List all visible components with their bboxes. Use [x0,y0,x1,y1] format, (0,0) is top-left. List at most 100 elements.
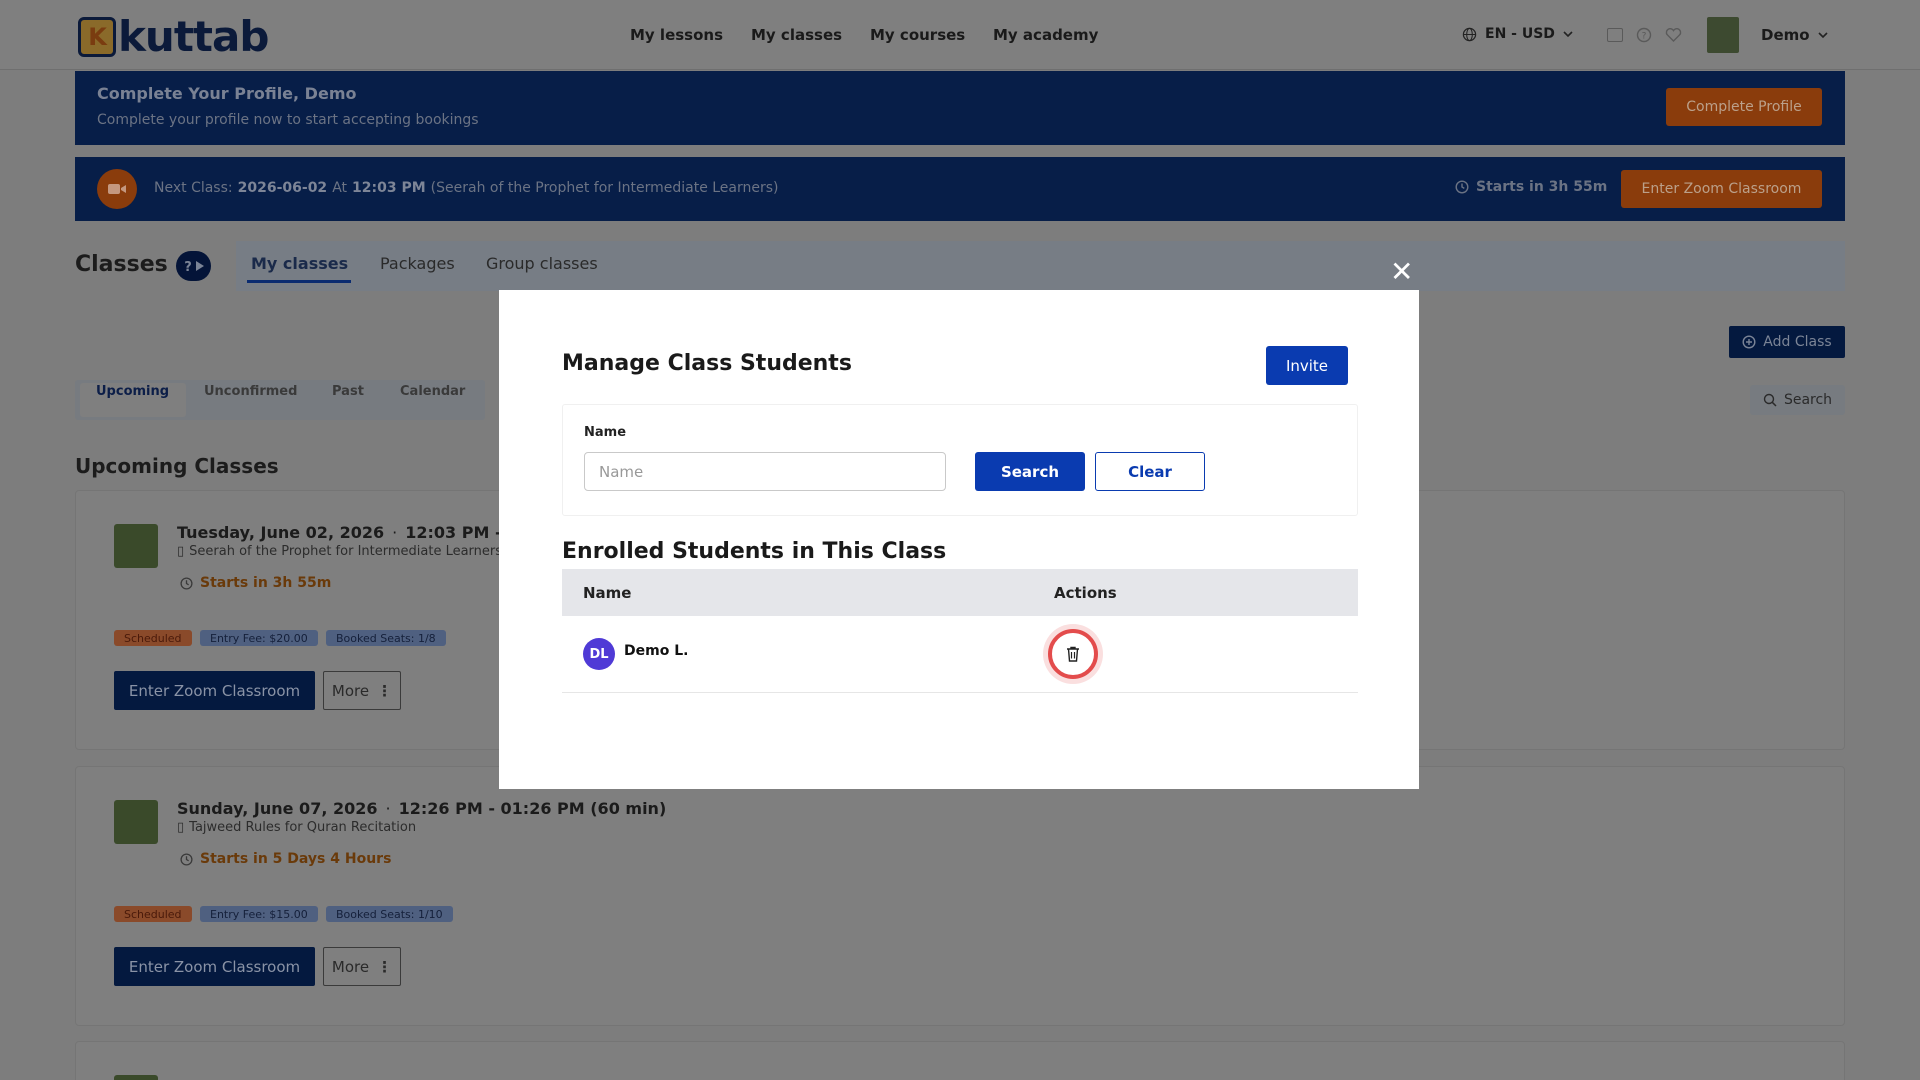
add-class-button[interactable]: Add Class [1729,326,1845,358]
nav-my-classes[interactable]: My classes [751,26,842,44]
chevron-down-icon [1817,32,1828,39]
help-play-icon[interactable]: ? [176,251,211,281]
user-name: Demo [1761,26,1810,44]
enter-zoom-button[interactable]: Enter Zoom Classroom [114,947,315,986]
student-filter: Name Name Search Clear [562,404,1358,516]
next-class-text: Next Class: 2026-06-02 At 12:03 PM (Seer… [154,180,779,196]
video-icon [97,169,137,209]
class-card [75,1041,1845,1080]
course-thumbnail [114,1075,158,1080]
next-class-banner: Next Class: 2026-06-02 At 12:03 PM (Seer… [75,157,1845,221]
section-title: Upcoming Classes [75,454,279,478]
subtab-unconfirmed[interactable]: Unconfirmed [204,384,297,399]
search-button[interactable]: Search [1750,385,1845,415]
invite-button[interactable]: Invite [1266,346,1348,385]
heart-icon[interactable] [1665,27,1682,43]
class-date: Tuesday, June 02, 2026 [177,523,385,542]
banner-subtitle: Complete your profile now to start accep… [97,112,479,128]
next-class-time: 12:03 PM [352,180,426,196]
logo-mark: K [78,16,116,57]
more-button[interactable]: More ⋮ [323,671,401,710]
complete-profile-button[interactable]: Complete Profile [1666,88,1822,126]
countdown-text: Starts in 5 Days 4 Hours [200,851,392,867]
tab-group-classes[interactable]: Group classes [486,254,598,273]
clock-icon [1455,180,1469,194]
class-countdown: Starts in 3h 55m [180,575,331,591]
clock-icon [180,852,193,866]
more-button[interactable]: More ⋮ [323,947,401,986]
tab-my-classes[interactable]: My classes [251,254,348,273]
more-label: More [331,957,370,976]
status-badge: Scheduled [114,630,192,646]
class-datetime: Sunday, June 07, 2026 · 12:26 PM - 01:26… [177,799,667,818]
logo[interactable]: K kuttab [78,12,269,61]
class-date: Sunday, June 07, 2026 [177,799,378,818]
class-countdown: Starts in 5 Days 4 Hours [180,851,391,867]
delete-student-button[interactable] [1048,629,1098,679]
class-course: ▯ Tajweed Rules for Quran Recitation [177,820,416,835]
locale-selector[interactable]: EN - USD [1462,26,1573,42]
name-input[interactable]: Name [584,452,946,491]
course-name: Seerah of the Prophet for Intermediate L… [189,544,503,559]
nav-my-lessons[interactable]: My lessons [630,26,723,44]
classes-tabs [236,241,1845,291]
book-icon: ▯ [177,544,185,559]
next-class-countdown: Starts in 3h 55m [1455,179,1607,195]
col-actions: Actions [1054,584,1117,602]
course-thumbnail [114,800,158,844]
countdown-text: Starts in 3h 55m [1476,179,1608,195]
col-name: Name [583,584,632,602]
nav-my-academy[interactable]: My academy [993,26,1098,44]
fee-badge: Entry Fee: $15.00 [200,906,318,922]
top-header: K kuttab My lessons My classes My course… [0,0,1920,70]
subtab-calendar[interactable]: Calendar [400,384,465,399]
class-card: Sunday, June 07, 2026 · 12:26 PM - 01:26… [75,766,1845,1026]
user-menu[interactable]: Demo [1761,26,1828,44]
seats-badge: Booked Seats: 1/8 [326,630,446,646]
manage-students-modal: Manage Class Students Invite Name Name S… [499,290,1419,789]
table-header: Name Actions [562,569,1358,616]
course-name: Tajweed Rules for Quran Recitation [189,820,417,835]
avatar[interactable] [1707,17,1739,53]
clear-button[interactable]: Clear [1095,452,1205,491]
clock-icon [180,576,193,590]
next-class-date: 2026-06-02 [237,180,328,196]
search-label: Search [1783,392,1833,408]
dots-vertical-icon: ⋮ [377,957,393,976]
status-badge: Scheduled [114,906,192,922]
trash-icon [1067,646,1079,662]
active-tab-indicator [247,280,351,283]
enrolled-title: Enrolled Students in This Class [562,539,947,564]
subtab-past[interactable]: Past [332,384,364,399]
enter-zoom-button[interactable]: Enter Zoom Classroom [114,671,315,710]
countdown-text: Starts in 3h 55m [200,575,332,591]
modal-title: Manage Class Students [562,351,852,376]
help-icon[interactable]: ? [1636,27,1652,43]
plus-circle-icon [1742,335,1756,349]
search-button[interactable]: Search [975,452,1085,491]
next-class-course: (Seerah of the Prophet for Intermediate … [430,180,779,196]
svg-text:?: ? [184,260,192,274]
globe-icon [1462,27,1477,41]
close-icon[interactable]: ✕ [1390,255,1413,288]
student-avatar: DL [583,638,615,670]
svg-text:?: ? [1642,32,1647,42]
enter-zoom-button[interactable]: Enter Zoom Classroom [1621,170,1822,208]
chat-icon[interactable] [1607,28,1623,42]
name-label: Name [584,425,627,440]
locale-label: EN - USD [1485,26,1555,42]
page-title: Classes [75,252,168,277]
banner-title: Complete Your Profile, Demo [97,84,357,103]
nav-my-courses[interactable]: My courses [870,26,965,44]
dots-vertical-icon: ⋮ [377,681,393,700]
student-name: Demo L. [624,643,689,659]
fee-badge: Entry Fee: $20.00 [200,630,318,646]
class-course: ▯ Seerah of the Prophet for Intermediate… [177,544,502,559]
subtab-upcoming[interactable]: Upcoming [96,384,169,399]
complete-profile-banner: Complete Your Profile, Demo Complete you… [75,71,1845,145]
add-class-label: Add Class [1763,334,1832,350]
search-icon [1763,393,1777,407]
class-time: 12:26 PM - 01:26 PM (60 min) [398,799,667,818]
logo-text: kuttab [118,12,269,61]
tab-packages[interactable]: Packages [380,254,455,273]
